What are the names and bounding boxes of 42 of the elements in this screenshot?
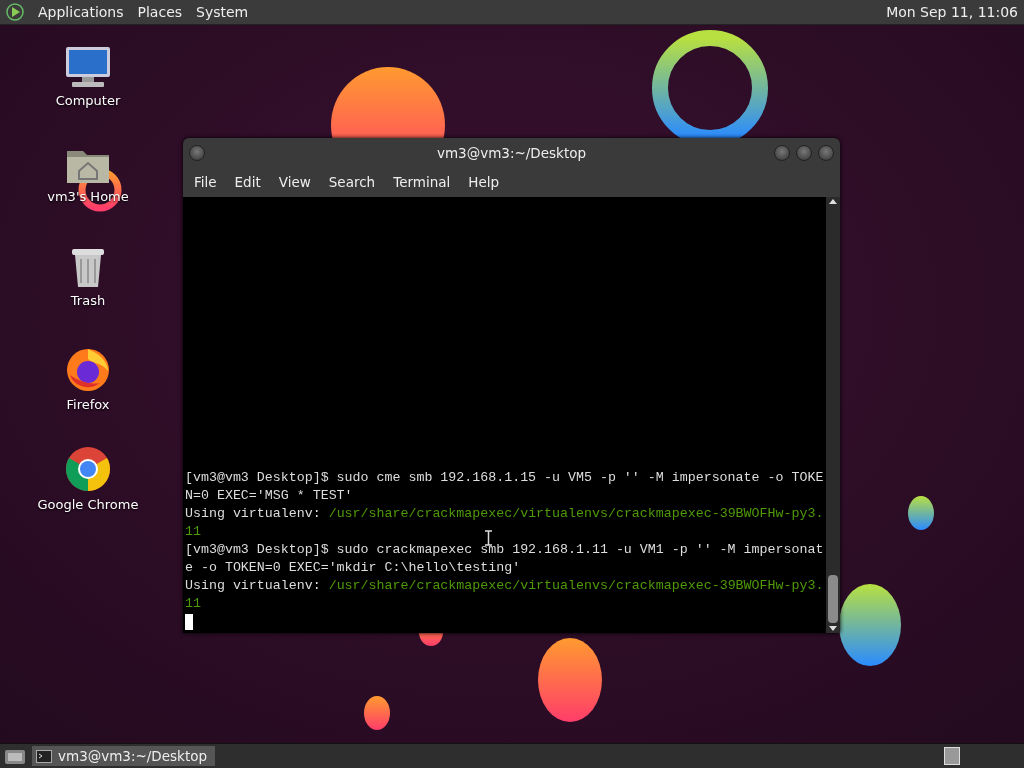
tricolor-circle-icon bbox=[64, 445, 112, 493]
maximize-button[interactable] bbox=[796, 144, 812, 161]
clock[interactable]: Mon Sep 11, 11:06 bbox=[886, 4, 1018, 20]
terminal-text: e -o TOKEN=0 EXEC='mkdir C:\hello\testing' bbox=[185, 559, 521, 577]
computer-icon bbox=[64, 45, 112, 89]
text-cursor bbox=[185, 614, 193, 630]
terminal-path: /usr/share/crackmapexec/virtualenvs/crackmapexec-39BWOFHw-py3. bbox=[328, 577, 824, 595]
desktop-icon-label[interactable]: Computer bbox=[55, 93, 121, 108]
terminal-text: Using virtualenv: bbox=[185, 505, 321, 523]
minimize-button[interactable] bbox=[774, 144, 790, 161]
show-desktop-icon[interactable] bbox=[4, 747, 26, 765]
window-title: vm3@vm3:~/Desktop bbox=[436, 144, 586, 161]
terminal-text: [vm3@vm3 Desktop]$ sudo cme smb 192.168.1.15 -u VM5 -p '' -M impersonate -o TOKE bbox=[185, 469, 824, 487]
panel-menu[interactable]: System bbox=[196, 4, 249, 20]
terminal-text: N=0 EXEC='MSG * TEST' bbox=[185, 487, 353, 505]
workspace-switcher-icon[interactable] bbox=[944, 747, 960, 765]
menu-item[interactable]: Search bbox=[319, 170, 385, 194]
scroll-down-icon[interactable] bbox=[828, 625, 838, 633]
desktop-icon-label[interactable]: Trash bbox=[70, 293, 106, 308]
close-button[interactable] bbox=[818, 144, 834, 161]
ibeam-pointer-icon bbox=[485, 530, 492, 546]
menu-item[interactable]: File bbox=[185, 170, 226, 194]
desktop-icon-label[interactable]: Firefox bbox=[66, 397, 110, 412]
app-menu-icon[interactable] bbox=[6, 3, 24, 21]
terminal-path: 11 bbox=[185, 595, 201, 613]
scroll-up-icon[interactable] bbox=[828, 197, 838, 205]
menu-item[interactable]: Help bbox=[459, 170, 509, 194]
menu-item[interactable]: View bbox=[269, 170, 320, 194]
taskbar-button[interactable]: vm3@vm3:~/Desktop bbox=[32, 746, 216, 766]
desktop-icon-label[interactable]: Google Chrome bbox=[37, 497, 139, 512]
terminal-icon bbox=[36, 749, 52, 763]
terminal-text: [vm3@vm3 Desktop]$ sudo crackmapexec smb 192.168.1.11 -u VM1 -p '' -M impersonat bbox=[185, 541, 824, 559]
menu-item[interactable]: Terminal bbox=[384, 170, 460, 194]
terminal-path: /usr/share/crackmapexec/virtualenvs/crackmapexec-39BWOFHw-py3. bbox=[328, 505, 824, 523]
scrollbar-thumb[interactable] bbox=[828, 575, 838, 623]
window-menu-button[interactable] bbox=[189, 144, 205, 161]
panel-menu[interactable]: Applications bbox=[38, 4, 124, 20]
menu-item[interactable]: Edit bbox=[225, 170, 270, 194]
terminal-path: 11 bbox=[185, 523, 201, 541]
scrollbar[interactable] bbox=[826, 197, 840, 633]
terminal-text: Using virtualenv: bbox=[185, 577, 321, 595]
panel-menu[interactable]: Places bbox=[137, 4, 183, 20]
